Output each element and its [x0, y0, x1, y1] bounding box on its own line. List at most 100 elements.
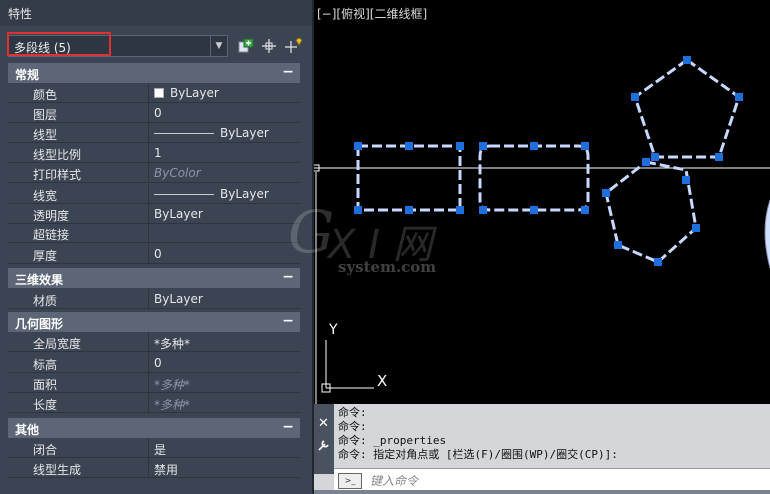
- property-name: 透明度: [33, 209, 70, 223]
- property-value-text: 0: [154, 356, 162, 370]
- property-name: 厚度: [33, 249, 58, 263]
- command-window: ✕ 命令: 命令: 命令: _properties 命令: 指定对角点或 [栏选…: [314, 404, 770, 494]
- wrench-icon[interactable]: [317, 438, 331, 452]
- property-name: 线型: [33, 128, 58, 142]
- property-name: 线型生成: [33, 463, 82, 477]
- viewcube-edge[interactable]: [764, 199, 770, 269]
- column-separator: [148, 438, 149, 458]
- section-header[interactable]: 三维效果 −: [8, 268, 300, 288]
- property-value[interactable]: *多种*: [154, 396, 190, 413]
- collapse-icon[interactable]: −: [282, 269, 294, 285]
- property-value[interactable]: ByColor: [154, 166, 201, 180]
- drawing-canvas[interactable]: Y X: [314, 0, 770, 404]
- property-row[interactable]: 超链接: [8, 223, 300, 243]
- section-header[interactable]: 常规 −: [8, 63, 300, 83]
- close-icon[interactable]: ✕: [318, 416, 329, 431]
- status-strip: [314, 490, 770, 494]
- command-input-bar: >_: [334, 468, 770, 491]
- property-row[interactable]: 厚度 0: [8, 244, 300, 264]
- column-separator: [148, 204, 149, 224]
- property-value-text: ByLayer: [220, 126, 269, 140]
- property-row[interactable]: 全局宽度 *多种*: [8, 332, 300, 352]
- property-value[interactable]: ByLayer: [154, 126, 269, 140]
- polyline-rounded-rectangle[interactable]: [478, 142, 590, 214]
- polyline-pentagon[interactable]: [631, 56, 743, 161]
- property-name: 全局宽度: [33, 337, 82, 351]
- column-separator: [148, 332, 149, 352]
- property-value-text: *多种*: [154, 378, 191, 392]
- property-name: 线型比例: [33, 148, 82, 162]
- property-name: 闭合: [33, 443, 58, 457]
- property-value[interactable]: 1: [154, 146, 162, 160]
- property-value[interactable]: *多种*: [154, 335, 190, 352]
- select-objects-icon[interactable]: [260, 37, 278, 55]
- section-header[interactable]: 几何图形 −: [8, 312, 300, 332]
- property-value-text: *多种*: [154, 398, 191, 412]
- quick-select-icon[interactable]: [285, 37, 303, 55]
- property-value[interactable]: ByLayer: [154, 86, 219, 100]
- property-row[interactable]: 材质 ByLayer: [8, 289, 300, 309]
- column-separator: [148, 143, 149, 163]
- panel-title: 特性: [8, 7, 33, 21]
- column-separator: [148, 289, 149, 309]
- column-separator: [148, 244, 149, 264]
- property-value[interactable]: 0: [154, 106, 162, 120]
- property-row[interactable]: 线型比例 1: [8, 143, 300, 163]
- property-name: 面积: [33, 378, 58, 392]
- property-name: 打印样式: [33, 168, 82, 182]
- property-value-text: ByLayer: [220, 187, 269, 201]
- property-row[interactable]: 闭合 是: [8, 438, 300, 458]
- collapse-icon[interactable]: −: [282, 419, 294, 435]
- command-history: 命令: 命令: 命令: _properties 命令: 指定对角点或 [栏选(F…: [338, 406, 618, 462]
- property-value-text: ByColor: [154, 166, 201, 180]
- section-label: 几何图形: [15, 317, 64, 331]
- polyline-rectangle-1[interactable]: [354, 142, 464, 214]
- command-window-side-bar: ✕: [314, 404, 334, 474]
- collapse-icon[interactable]: −: [282, 313, 294, 329]
- command-history-line: 命令:: [338, 406, 367, 419]
- command-input[interactable]: [368, 472, 752, 490]
- property-value-text: ByLayer: [154, 292, 203, 306]
- property-row[interactable]: 线型生成 禁用: [8, 458, 300, 478]
- property-value-text: 0: [154, 106, 162, 120]
- property-value-text: *多种*: [154, 337, 191, 351]
- property-value[interactable]: 0: [154, 356, 162, 370]
- property-value-text: ByLayer: [170, 86, 219, 100]
- property-name: 标高: [33, 358, 58, 372]
- property-value[interactable]: 禁用: [154, 461, 178, 478]
- section-header[interactable]: 其他 −: [8, 418, 300, 438]
- property-value[interactable]: 0: [154, 247, 162, 261]
- property-value[interactable]: ByLayer: [154, 187, 269, 201]
- drawing-viewport[interactable]: [−][俯视][二维线框] Y X G X I 网 system.com: [288, 0, 770, 404]
- property-value[interactable]: ByLayer: [154, 292, 203, 306]
- command-prompt-icon[interactable]: >_: [338, 473, 362, 489]
- property-row[interactable]: 打印样式 ByColor: [8, 163, 300, 183]
- property-value[interactable]: 是: [154, 441, 166, 458]
- property-row[interactable]: 图层 0: [8, 103, 300, 123]
- section-label: 常规: [15, 68, 40, 82]
- property-value[interactable]: ByLayer: [154, 207, 203, 221]
- property-value-text: 1: [154, 146, 162, 160]
- property-row[interactable]: 面积 *多种*: [8, 373, 300, 393]
- column-separator: [148, 123, 149, 143]
- collapse-icon[interactable]: −: [282, 64, 294, 80]
- property-value-text: 0: [154, 247, 162, 261]
- column-separator: [148, 163, 149, 183]
- property-name: 线宽: [33, 189, 58, 203]
- property-value-text: 禁用: [154, 463, 179, 477]
- polyline-heptagon[interactable]: [602, 158, 700, 266]
- command-history-line: 命令: 指定对角点或 [栏选(F)/圈围(WP)/圈交(CP)]:: [338, 448, 618, 461]
- property-value-text: ByLayer: [154, 207, 203, 221]
- property-value[interactable]: *多种*: [154, 376, 190, 393]
- chevron-down-icon[interactable]: ▼: [210, 36, 227, 56]
- toggle-pickadd-icon[interactable]: [237, 37, 255, 55]
- property-row[interactable]: 标高 0: [8, 353, 300, 373]
- property-row[interactable]: 线型 ByLayer: [8, 123, 300, 143]
- property-row[interactable]: 长度 *多种*: [8, 393, 300, 413]
- property-name: 材质: [33, 294, 58, 308]
- column-separator: [148, 223, 149, 243]
- column-separator: [148, 83, 149, 103]
- property-row[interactable]: 线宽 ByLayer: [8, 184, 300, 204]
- property-row[interactable]: 透明度 ByLayer: [8, 204, 300, 224]
- property-row[interactable]: 颜色 ByLayer: [8, 83, 300, 103]
